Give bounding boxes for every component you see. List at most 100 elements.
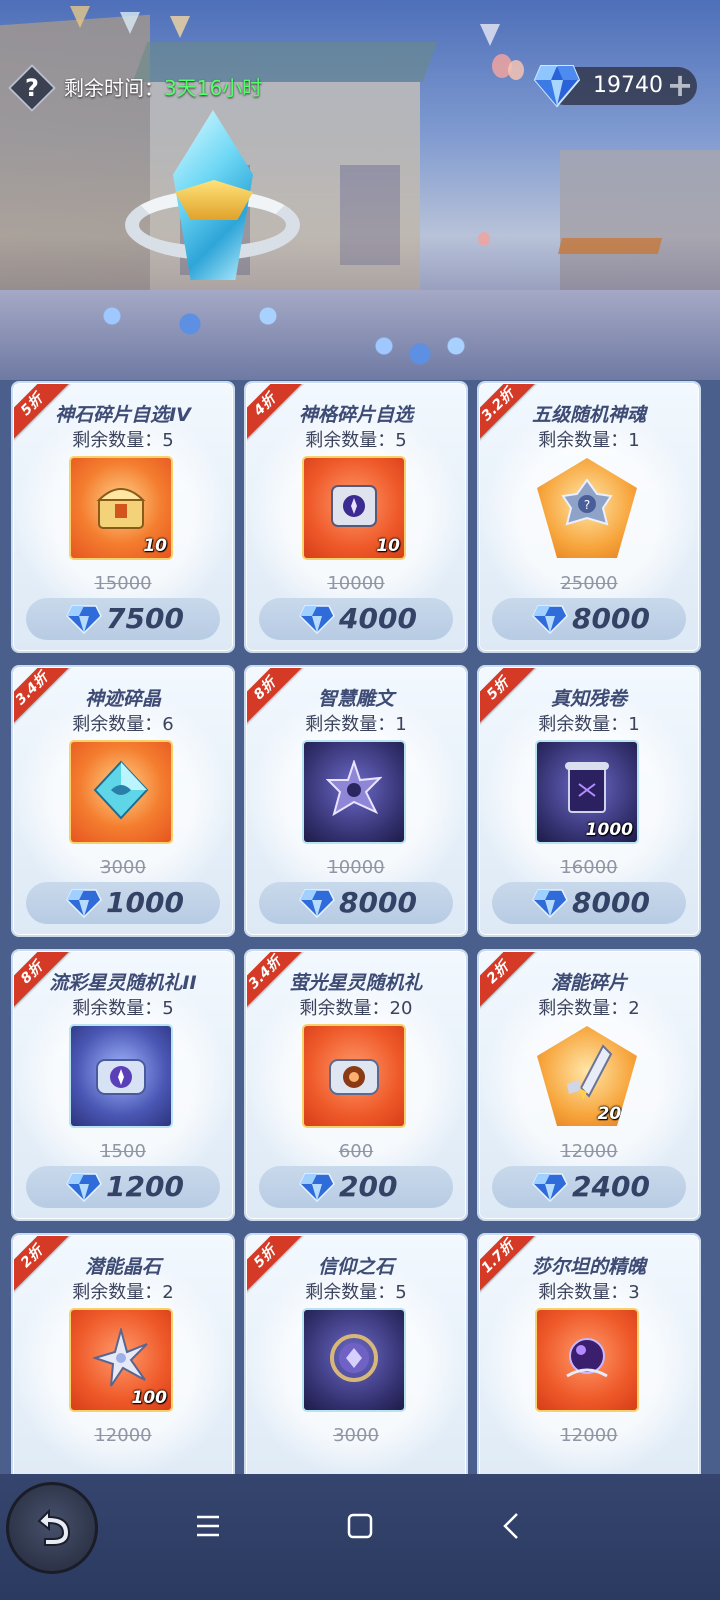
- home-square-icon[interactable]: [338, 1504, 382, 1548]
- timer-value: 3天16小时: [164, 76, 263, 100]
- diamond-icon: [299, 889, 335, 918]
- diamond-icon: [66, 1173, 102, 1202]
- diamond-icon: [532, 605, 568, 634]
- sale-price: 1200: [106, 1170, 184, 1203]
- item-count: 10: [376, 536, 400, 556]
- glow-chest-icon: [304, 1026, 404, 1126]
- original-price: 10000: [327, 857, 385, 878]
- item-name: 神格碎片自选: [298, 404, 413, 426]
- crystal-icon: [71, 742, 171, 842]
- item-remaining: 剩余数量：1: [538, 430, 640, 451]
- shop-item-card[interactable]: 2折 潜能碎片 剩余数量：2 200 12000 2400: [479, 951, 699, 1219]
- original-price: 15000: [94, 573, 152, 594]
- original-price: 16000: [560, 857, 618, 878]
- chevron-left-icon[interactable]: [490, 1504, 534, 1548]
- buy-button[interactable]: 1200: [26, 1166, 220, 1208]
- shop-item-grid: 5折 神石碎片自选IV 剩余数量：5 10 15000 7500 4折 神格碎片…: [0, 380, 720, 1474]
- original-price: 12000: [94, 1425, 152, 1446]
- buy-button[interactable]: 4000: [259, 598, 453, 640]
- item-remaining: 剩余数量：5: [305, 1282, 407, 1303]
- shop-item-card[interactable]: 5折 真知残卷 剩余数量：1 1000 16000 8000: [479, 667, 699, 935]
- item-remaining: 剩余数量：1: [538, 714, 640, 735]
- item-remaining: 剩余数量：6: [72, 714, 174, 735]
- spirit-orb-icon: [537, 1310, 637, 1410]
- sale-price: 8000: [572, 602, 650, 635]
- bunting-flag: [480, 24, 500, 46]
- shop-item-card[interactable]: 5折 神石碎片自选IV 剩余数量：5 10 15000 7500: [13, 383, 233, 651]
- sale-price: 1000: [106, 886, 184, 919]
- original-price: 12000: [560, 1425, 618, 1446]
- item-remaining: 剩余数量：20: [299, 998, 413, 1019]
- shop-item-card[interactable]: 3.2折 五级随机神魂 剩余数量：1 ? 25000 8000: [479, 383, 699, 651]
- diamond-icon: [66, 605, 102, 634]
- diamond-amount: 19740: [593, 73, 663, 98]
- chest-icon: 10: [71, 458, 171, 558]
- diamond-icon: [532, 1173, 568, 1202]
- help-button[interactable]: ?: [7, 63, 57, 113]
- scroll-icon: 1000: [537, 742, 637, 842]
- buy-button[interactable]: 7500: [26, 598, 220, 640]
- item-name: 智慧雕文: [317, 688, 394, 710]
- sale-price: 4000: [339, 602, 417, 635]
- add-diamonds-button[interactable]: +: [665, 69, 695, 101]
- item-remaining: 剩余数量：1: [305, 714, 407, 735]
- spark-star-icon: 100: [71, 1310, 171, 1410]
- buy-button[interactable]: 8000: [492, 598, 686, 640]
- original-price: 600: [338, 1141, 374, 1162]
- shop-item-card[interactable]: 8折 流彩星灵随机礼II 剩余数量：5 1500 1200: [13, 951, 233, 1219]
- shop-item-card[interactable]: 8折 智慧雕文 剩余数量：1 10000 8000: [246, 667, 466, 935]
- buy-button[interactable]: 8000: [259, 882, 453, 924]
- diamond-icon: [66, 889, 102, 918]
- sale-price: 2400: [572, 1170, 650, 1203]
- navigation-bar: [0, 1474, 720, 1600]
- star-chest-icon: [71, 1026, 171, 1126]
- shop-item-card[interactable]: 1.7折 莎尔坦的精魄 剩余数量：3 12000: [479, 1235, 699, 1474]
- diamond-icon: [532, 889, 568, 918]
- buy-button[interactable]: 2400: [492, 1166, 686, 1208]
- item-name: 莎尔坦的精魄: [531, 1256, 646, 1278]
- remaining-time: 剩余时间：3天16小时: [64, 70, 262, 106]
- original-price: 10000: [327, 573, 385, 594]
- shop-item-card[interactable]: 2折 潜能晶石 剩余数量：2 100 12000: [13, 1235, 233, 1474]
- glyph-star-icon: [304, 742, 404, 842]
- buy-button[interactable]: 8000: [492, 882, 686, 924]
- sale-price: 7500: [106, 602, 184, 635]
- shop-item-card[interactable]: 4折 神格碎片自选 剩余数量：5 10 10000 4000: [246, 383, 466, 651]
- item-name: 真知残卷: [550, 688, 627, 710]
- buy-button[interactable]: 200: [259, 1166, 453, 1208]
- item-remaining: 剩余数量：2: [538, 998, 640, 1019]
- original-price: 1500: [100, 1141, 146, 1162]
- shop-item-card[interactable]: 3.4折 神迹碎晶 剩余数量：6 3000 1000: [13, 667, 233, 935]
- item-remaining: 剩余数量：5: [72, 998, 174, 1019]
- svg-text:?: ?: [584, 498, 590, 512]
- cube-icon: 10: [304, 458, 404, 558]
- shop-item-card[interactable]: 3.4折 萤光星灵随机礼 剩余数量：20 600 200: [246, 951, 466, 1219]
- shop-item-card[interactable]: 5折 信仰之石 剩余数量：5 3000: [246, 1235, 466, 1474]
- game-back-button[interactable]: [6, 1482, 98, 1574]
- market-stall: [558, 238, 662, 254]
- bunting-flag: [170, 16, 190, 38]
- background-building-right: [560, 150, 720, 290]
- item-count: 10: [143, 536, 167, 556]
- menu-icon[interactable]: [186, 1504, 230, 1548]
- sale-price: 8000: [572, 886, 650, 919]
- item-count: 100: [131, 1388, 168, 1408]
- original-price: 25000: [560, 573, 618, 594]
- buy-button[interactable]: 1000: [26, 882, 220, 924]
- back-arrow-icon: [37, 1508, 71, 1546]
- original-price: 3000: [333, 1425, 379, 1446]
- item-remaining: 剩余数量：5: [305, 430, 407, 451]
- question-icon: ?: [25, 74, 39, 102]
- original-price: 3000: [100, 857, 146, 878]
- balloon: [478, 232, 490, 246]
- item-name: 神石碎片自选IV: [55, 404, 191, 426]
- crystal-shards-pile: [60, 300, 320, 340]
- faith-orb-icon: [304, 1310, 404, 1410]
- item-remaining: 剩余数量：3: [538, 1282, 640, 1303]
- item-name: 流彩星灵随机礼II: [49, 972, 197, 994]
- item-name: 神迹碎晶: [84, 688, 161, 710]
- item-name: 五级随机神魂: [531, 404, 646, 426]
- timer-label: 剩余时间：: [64, 76, 164, 100]
- sale-price: 8000: [339, 886, 417, 919]
- item-name: 潜能晶石: [84, 1256, 161, 1278]
